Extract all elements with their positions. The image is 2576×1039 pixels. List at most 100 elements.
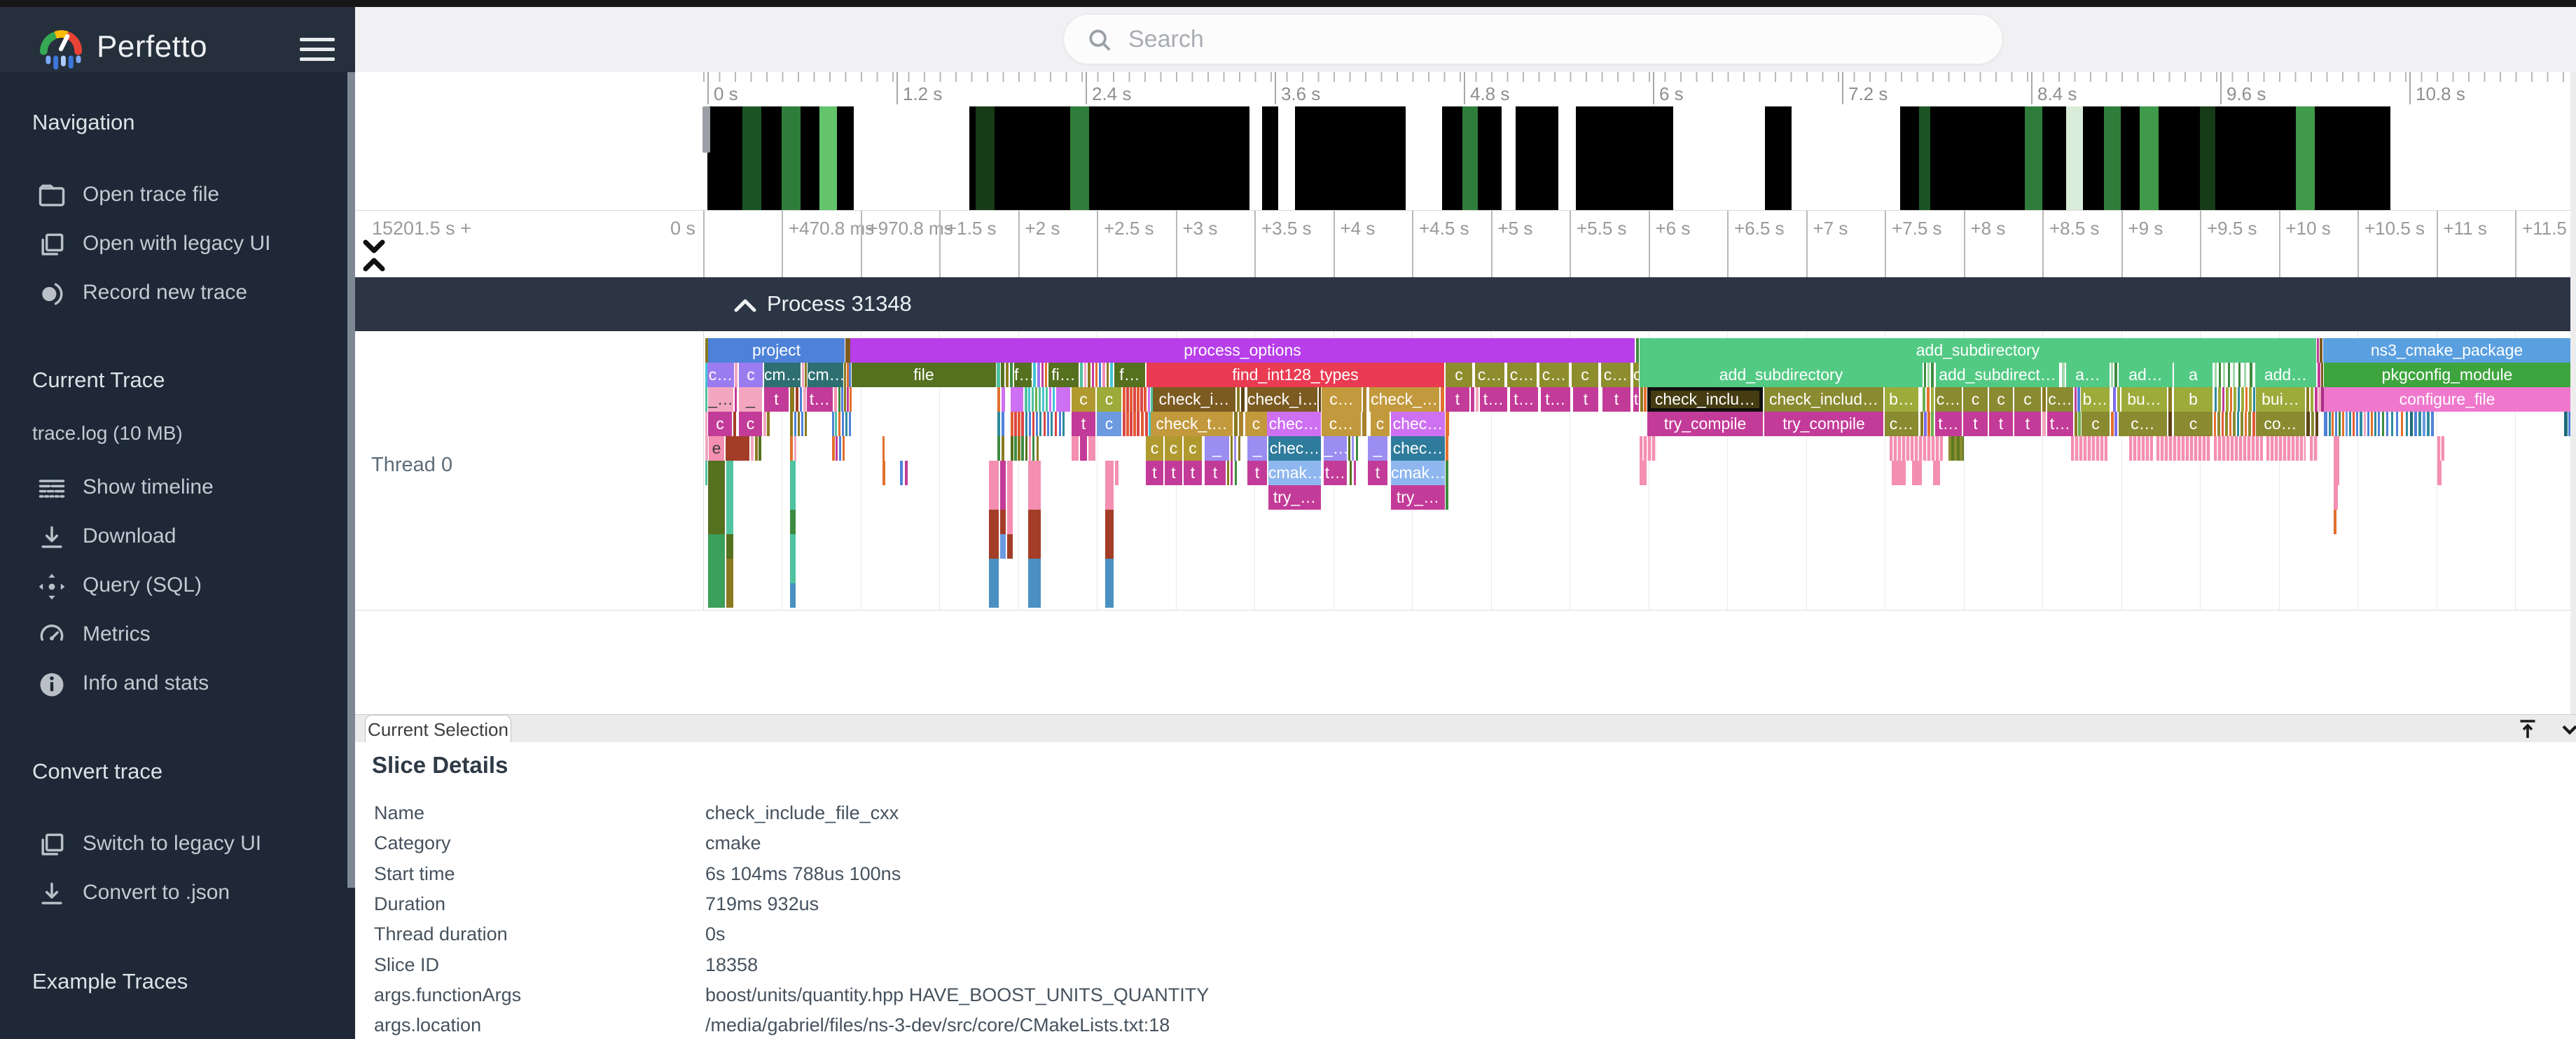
- flame-sliver[interactable]: [1021, 436, 1024, 461]
- flame-slice[interactable]: try_…: [1268, 485, 1321, 510]
- flame-sliver[interactable]: [845, 338, 850, 363]
- flame-sliver[interactable]: [1102, 363, 1105, 387]
- flame-sliver[interactable]: [843, 436, 845, 461]
- flame-sliver[interactable]: [1028, 387, 1030, 412]
- flame-sliver[interactable]: [2233, 363, 2235, 387]
- flame-sliver[interactable]: [1000, 510, 1006, 534]
- flame-sliver[interactable]: [842, 412, 844, 436]
- flame-sliver[interactable]: [2111, 412, 2114, 436]
- flame-slice[interactable]: c…: [1539, 363, 1569, 387]
- flame-sliver[interactable]: [790, 559, 796, 583]
- flame-sliver[interactable]: [796, 387, 798, 412]
- flame-slice[interactable]: t: [1247, 461, 1267, 485]
- sidebar-item-record-new-trace[interactable]: Record new trace: [0, 275, 347, 319]
- flame-sliver[interactable]: [838, 412, 840, 436]
- flame-sliver[interactable]: [989, 461, 999, 485]
- flame-sliver[interactable]: [794, 412, 796, 436]
- flame-slice[interactable]: c: [1165, 436, 1182, 461]
- flame-sliver[interactable]: [805, 412, 807, 436]
- flame-sliver[interactable]: [705, 387, 707, 412]
- flame-slice[interactable]: c: [2174, 412, 2213, 436]
- flame-sliver[interactable]: [1028, 510, 1041, 534]
- flame-sliver[interactable]: [2129, 436, 2153, 461]
- flame-sliver[interactable]: [1924, 363, 1926, 387]
- flame-sliver[interactable]: [1123, 412, 1126, 436]
- flame-sliver[interactable]: [832, 436, 835, 461]
- flame-sliver[interactable]: [2329, 412, 2331, 436]
- flame-sliver[interactable]: [1115, 461, 1119, 485]
- flame-slice[interactable]: c…: [1601, 363, 1630, 387]
- flame-slice[interactable]: project: [708, 338, 845, 363]
- flame-sliver[interactable]: [2117, 387, 2120, 412]
- flame-sliver[interactable]: [1446, 436, 1448, 461]
- search-input[interactable]: [1127, 22, 1970, 57]
- flame-sliver[interactable]: [2414, 412, 2417, 436]
- flame-sliver[interactable]: [2245, 387, 2248, 412]
- flame-sliver[interactable]: [1025, 387, 1027, 412]
- flame-sliver[interactable]: [1025, 412, 1027, 436]
- flame-slice[interactable]: t…: [807, 387, 833, 412]
- flame-sliver[interactable]: [1356, 436, 1358, 461]
- flame-sliver[interactable]: [790, 485, 796, 510]
- flame-sliver[interactable]: [794, 436, 796, 461]
- flame-slice[interactable]: c: [1245, 412, 1267, 436]
- flame-sliver[interactable]: [1014, 436, 1017, 461]
- flame-sliver[interactable]: [1029, 412, 1031, 436]
- flame-sliver[interactable]: [2306, 387, 2309, 412]
- flame-sliver[interactable]: [2217, 412, 2220, 436]
- flame-sliver[interactable]: [997, 387, 1000, 412]
- flame-sliver[interactable]: [1084, 363, 1086, 387]
- flame-sliver[interactable]: [1927, 412, 1930, 436]
- flame-sliver[interactable]: [1471, 387, 1474, 412]
- flame-sliver[interactable]: [1007, 485, 1013, 510]
- flame-sliver[interactable]: [1110, 363, 1113, 387]
- flame-sliver[interactable]: [839, 436, 841, 461]
- sidebar-item-metrics[interactable]: Metrics: [0, 617, 347, 660]
- flame-sliver[interactable]: [2113, 387, 2116, 412]
- flame-sliver[interactable]: [705, 412, 707, 436]
- flame-sliver[interactable]: [1002, 436, 1004, 461]
- flame-slice[interactable]: b…: [2081, 387, 2110, 412]
- flame-sliver[interactable]: [2382, 412, 2384, 436]
- flame-sliver[interactable]: [836, 436, 838, 461]
- flame-sliver[interactable]: [2306, 412, 2310, 436]
- flame-sliver[interactable]: [1036, 412, 1038, 436]
- flame-sliver[interactable]: [1001, 363, 1004, 387]
- flame-sliver[interactable]: [790, 461, 796, 485]
- flame-slice[interactable]: t: [1446, 387, 1469, 412]
- flame-sliver[interactable]: [1235, 461, 1237, 485]
- flame-slice[interactable]: _: [1247, 436, 1267, 461]
- flame-sliver[interactable]: [1039, 412, 1041, 436]
- flame-sliver[interactable]: [1044, 412, 1046, 436]
- flame-sliver[interactable]: [2396, 412, 2398, 436]
- flame-slice[interactable]: cmak…: [1268, 461, 1321, 485]
- collapse-chevron-icon[interactable]: [733, 297, 757, 314]
- flame-slice[interactable]: t: [1989, 412, 2013, 436]
- flame-sliver[interactable]: [850, 387, 852, 412]
- flame-sliver[interactable]: [2431, 412, 2434, 436]
- flame-sliver[interactable]: [726, 436, 749, 461]
- menu-icon[interactable]: [300, 38, 335, 63]
- flame-sliver[interactable]: [1047, 412, 1049, 436]
- flame-sliver[interactable]: [1130, 387, 1133, 412]
- flame-sliver[interactable]: [849, 412, 851, 436]
- flame-sliver[interactable]: [2114, 363, 2117, 387]
- flame-sliver[interactable]: [1927, 387, 1930, 412]
- flame-sliver[interactable]: [755, 436, 758, 461]
- flame-slice[interactable]: c: [1446, 363, 1472, 387]
- flame-sliver[interactable]: [2437, 436, 2444, 461]
- overview-minimap[interactable]: [703, 106, 2570, 210]
- flame-sliver[interactable]: [1055, 412, 1057, 436]
- flame-sliver[interactable]: [1018, 412, 1020, 436]
- flame-sliver[interactable]: [1029, 436, 1031, 461]
- flame-sliver[interactable]: [2218, 387, 2221, 412]
- flame-sliver[interactable]: [1028, 534, 1041, 559]
- flame-sliver[interactable]: [790, 412, 793, 436]
- flame-slice[interactable]: f…: [1114, 363, 1145, 387]
- flame-sliver[interactable]: [1137, 412, 1140, 436]
- flame-sliver[interactable]: [2353, 412, 2355, 436]
- flame-sliver[interactable]: [1130, 412, 1133, 436]
- flame-sliver[interactable]: [2230, 387, 2232, 412]
- flame-slice[interactable]: t: [1963, 412, 1988, 436]
- flame-sliver[interactable]: [2339, 412, 2341, 436]
